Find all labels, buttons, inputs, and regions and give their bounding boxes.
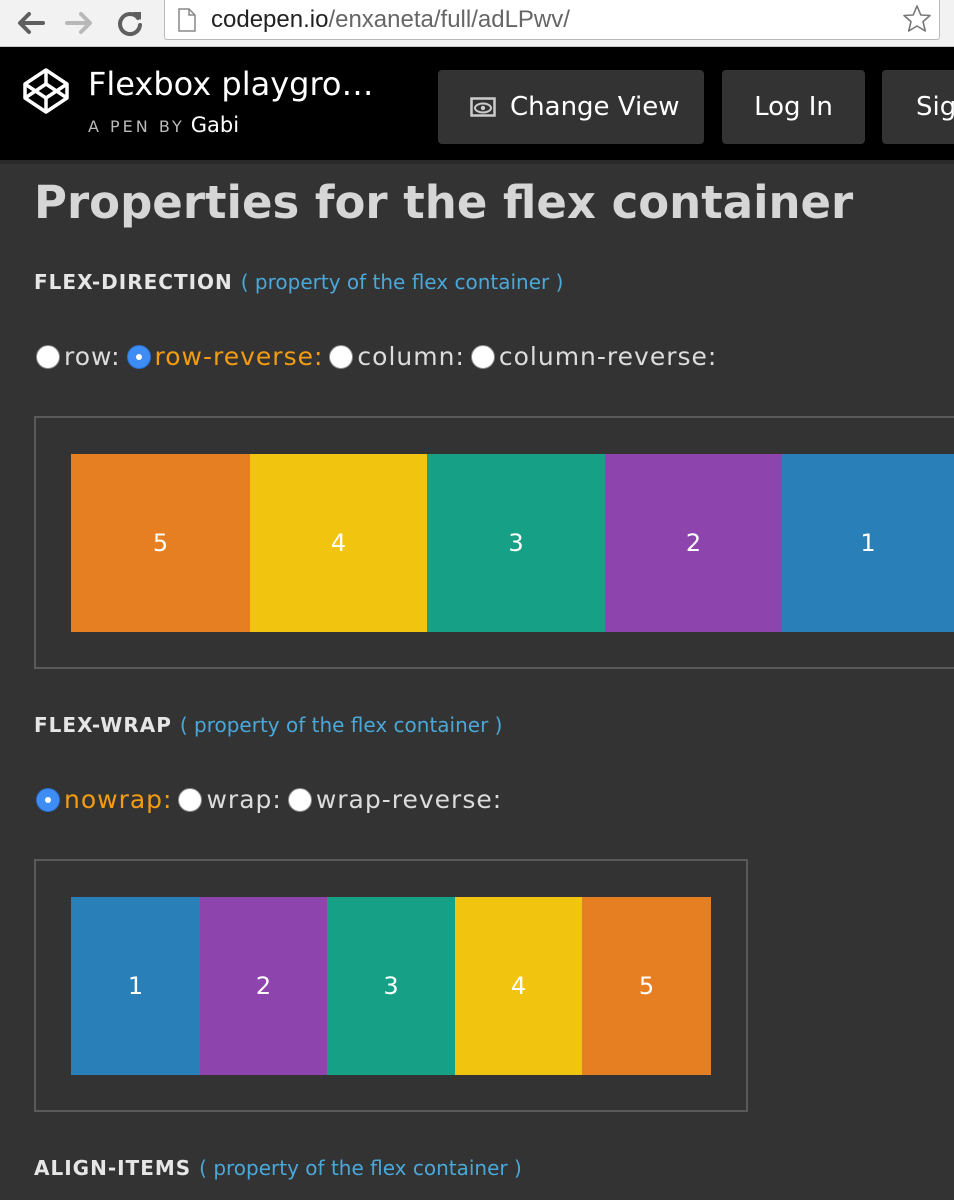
radio-button[interactable] [178, 787, 203, 812]
flex-item: 4 [250, 454, 427, 632]
flex-item: 2 [200, 897, 327, 1075]
flex-item: 1 [782, 454, 954, 632]
radio-wrap[interactable]: wrap: [178, 785, 281, 814]
change-view-button[interactable]: Change View [438, 70, 704, 144]
change-view-icon [470, 97, 496, 117]
signup-button[interactable]: Sig [882, 70, 954, 144]
login-label: Log In [754, 92, 833, 122]
radio-label: column: [357, 342, 465, 371]
radio-button[interactable] [329, 344, 354, 369]
flex-direction-items: 5 4 3 2 1 [71, 454, 954, 632]
flex-item: 4 [455, 897, 582, 1075]
bookmark-star-icon[interactable] [901, 3, 933, 35]
radio-label: wrap: [206, 785, 282, 814]
radio-button[interactable] [287, 787, 312, 812]
flex-wrap-items: 1 2 3 4 5 [71, 897, 711, 1075]
forward-button[interactable] [60, 0, 100, 46]
reload-button[interactable] [112, 0, 148, 46]
radio-button[interactable] [36, 344, 60, 369]
pen-title[interactable]: Flexbox playgro… [88, 65, 373, 103]
reload-icon [118, 12, 142, 37]
author-link[interactable]: Gabi [191, 113, 239, 137]
back-button[interactable] [10, 0, 50, 46]
section-name: FLEX-DIRECTION [34, 270, 233, 294]
radio-label: column-reverse: [498, 342, 718, 371]
url-path: /enxaneta/full/adLPwv/ [328, 6, 570, 33]
radio-button[interactable] [470, 344, 495, 369]
radio-row-reverse[interactable]: row-reverse: [126, 342, 324, 371]
codepen-header: Flexbox playgro… A PEN BY Gabi Change Vie… [0, 47, 954, 164]
flex-item: 3 [427, 454, 605, 632]
pen-byline: A PEN BY Gabi [88, 113, 239, 137]
flex-direction-options: row: row-reverse: column: column-reverse… [36, 342, 723, 371]
change-view-label: Change View [510, 92, 680, 122]
radio-wrap-reverse[interactable]: wrap-reverse: [287, 785, 503, 814]
section-note: ( property of the flex container ) [199, 1156, 522, 1180]
section-heading-flex-wrap: FLEX-WRAP ( property of the flex containe… [34, 713, 502, 737]
forward-arrow-icon [65, 12, 92, 34]
radio-button[interactable] [36, 787, 60, 812]
radio-label: nowrap: [64, 785, 173, 814]
url-host: codepen.io [211, 6, 329, 33]
flex-item: 1 [71, 897, 200, 1075]
url-text: codepen.io/enxaneta/full/adLPwv/ [211, 6, 570, 34]
section-note: ( property of the flex container ) [179, 713, 503, 737]
flex-item: 5 [582, 897, 711, 1075]
address-bar[interactable]: codepen.io/enxaneta/full/adLPwv/ [164, 0, 940, 40]
page-title: Properties for the flex container [34, 176, 854, 229]
radio-row[interactable]: row: [36, 342, 121, 371]
section-name: ALIGN-ITEMS [34, 1156, 192, 1180]
radio-label: row: [64, 342, 121, 371]
flex-item: 5 [71, 454, 250, 632]
section-heading-flex-direction: FLEX-DIRECTION ( property of the flex con… [34, 270, 563, 294]
by-label: A PEN BY [88, 117, 185, 136]
flex-item: 2 [605, 454, 782, 632]
signup-label: Sig [916, 92, 954, 122]
browser-toolbar: codepen.io/enxaneta/full/adLPwv/ [0, 0, 954, 47]
flex-item: 3 [327, 897, 455, 1075]
section-name: FLEX-WRAP [34, 713, 172, 737]
radio-nowrap[interactable]: nowrap: [36, 785, 172, 814]
flex-wrap-options: nowrap: wrap: wrap-reverse: [36, 785, 508, 814]
login-button[interactable]: Log In [722, 70, 865, 144]
radio-label: row-reverse: [154, 342, 324, 371]
radio-column[interactable]: column: [329, 342, 464, 371]
section-heading-align-items: ALIGN-ITEMS ( property of the flex contai… [34, 1156, 522, 1180]
section-note: ( property of the flex container ) [240, 270, 564, 294]
codepen-logo-icon[interactable] [22, 67, 70, 115]
back-arrow-icon [18, 12, 45, 34]
radio-column-reverse[interactable]: column-reverse: [470, 342, 718, 371]
radio-button[interactable] [126, 344, 151, 369]
page-icon [178, 8, 196, 32]
radio-label: wrap-reverse: [315, 785, 503, 814]
